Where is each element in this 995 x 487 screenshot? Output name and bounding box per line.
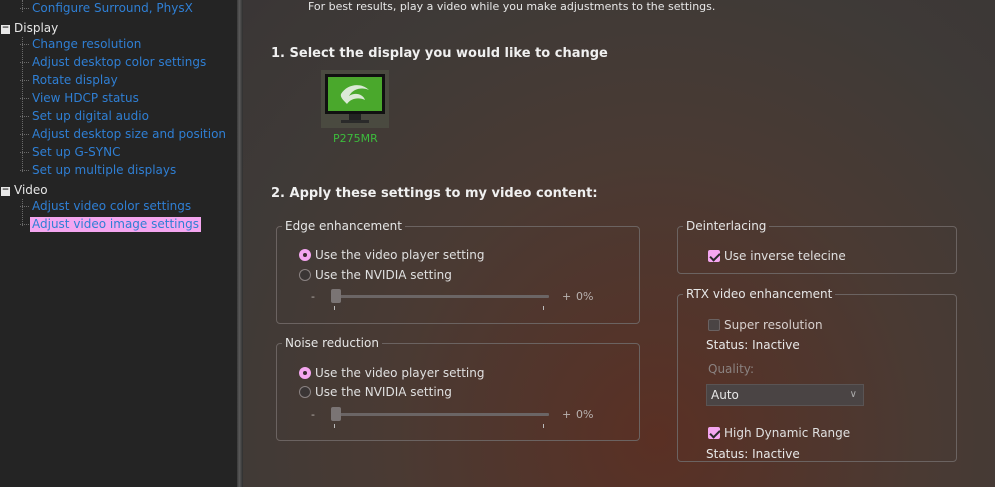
noise-reduction-group: Noise reduction Use the video player set… bbox=[276, 336, 640, 441]
rtx-legend: RTX video enhancement bbox=[686, 287, 833, 301]
hdr-label: High Dynamic Range bbox=[724, 426, 851, 440]
tree-item-video-image[interactable]: Adjust video image settings bbox=[20, 217, 201, 232]
tree-item-view-hdcp[interactable]: View HDCP status bbox=[20, 91, 141, 106]
checkbox-checked-icon[interactable] bbox=[708, 427, 720, 439]
radio-unselected-icon[interactable] bbox=[299, 386, 311, 398]
hdr-option[interactable]: High Dynamic Range bbox=[708, 425, 850, 441]
step1-title: 1. Select the display you would like to … bbox=[271, 46, 608, 61]
noise-reduction-legend: Noise reduction bbox=[285, 336, 379, 350]
tree-item-change-resolution[interactable]: Change resolution bbox=[19, 37, 143, 52]
edge-player-label: Use the video player setting bbox=[315, 248, 485, 262]
checkbox-checked-icon[interactable] bbox=[708, 250, 720, 262]
edge-slider-plus: + bbox=[562, 290, 572, 303]
step2-title: 2. Apply these settings to my video cont… bbox=[271, 186, 598, 201]
quality-dropdown[interactable]: Auto ∨ bbox=[706, 384, 864, 406]
collapse-video-toggle[interactable]: − bbox=[1, 186, 10, 196]
tree-item-multiple-displays[interactable]: Set up multiple displays bbox=[19, 163, 178, 178]
tree-item-video-color[interactable]: Adjust video color settings bbox=[19, 199, 193, 214]
deinterlacing-legend: Deinterlacing bbox=[686, 219, 767, 233]
navigation-tree: Configure Surround, PhysX − Display Chan… bbox=[0, 0, 237, 487]
noise-slider-thumb[interactable] bbox=[331, 407, 341, 421]
tree-category-display[interactable]: Display bbox=[14, 21, 58, 36]
inverse-telecine-option[interactable]: Use inverse telecine bbox=[708, 248, 846, 264]
radio-unselected-icon[interactable] bbox=[299, 269, 311, 281]
hdr-status: Status: Inactive bbox=[706, 447, 800, 461]
noise-player-option[interactable]: Use the video player setting bbox=[299, 365, 484, 381]
deinterlacing-group: Deinterlacing Use inverse telecine bbox=[677, 219, 957, 274]
noise-slider-plus: + bbox=[562, 408, 572, 421]
edge-nvidia-label: Use the NVIDIA setting bbox=[315, 268, 452, 282]
noise-nvidia-option[interactable]: Use the NVIDIA setting bbox=[299, 384, 452, 400]
display-label[interactable]: P275MR bbox=[333, 132, 378, 145]
slider-tick bbox=[543, 424, 544, 428]
tree-item-adjust-desktop-color[interactable]: Adjust desktop color settings bbox=[19, 55, 208, 70]
tree-item-digital-audio[interactable]: Set up digital audio bbox=[20, 109, 151, 124]
tree-item-gsync[interactable]: Set up G-SYNC bbox=[20, 145, 123, 160]
edge-nvidia-option[interactable]: Use the NVIDIA setting bbox=[299, 267, 452, 283]
super-resolution-status: Status: Inactive bbox=[706, 338, 800, 352]
quality-value: Auto bbox=[711, 388, 739, 402]
checkbox-unchecked-icon[interactable] bbox=[708, 319, 720, 331]
edge-enhancement-legend: Edge enhancement bbox=[285, 219, 402, 233]
edge-slider-track[interactable] bbox=[331, 295, 549, 298]
tree-category-video[interactable]: Video bbox=[14, 183, 48, 198]
tree-item-desktop-size[interactable]: Adjust desktop size and position bbox=[19, 127, 228, 142]
noise-slider-minus: - bbox=[311, 408, 315, 421]
tree-item-rotate-display[interactable]: Rotate display bbox=[20, 73, 120, 88]
noise-player-label: Use the video player setting bbox=[315, 366, 485, 380]
main-panel: For best results, play a video while you… bbox=[243, 0, 995, 487]
noise-slider-track[interactable] bbox=[331, 413, 549, 416]
tree-connector bbox=[22, 0, 23, 12]
noise-slider-value: 0% bbox=[576, 408, 594, 421]
noise-nvidia-label: Use the NVIDIA setting bbox=[315, 385, 452, 399]
tree-connector bbox=[22, 199, 23, 226]
super-resolution-option[interactable]: Super resolution bbox=[708, 317, 823, 333]
chevron-down-icon: ∨ bbox=[849, 389, 857, 400]
radio-selected-icon[interactable] bbox=[299, 367, 311, 379]
radio-selected-icon[interactable] bbox=[299, 249, 311, 261]
quality-label: Quality: bbox=[708, 362, 755, 376]
inverse-telecine-label: Use inverse telecine bbox=[724, 249, 846, 263]
edge-enhancement-group: Edge enhancement Use the video player se… bbox=[276, 219, 640, 324]
tree-item-configure-surround[interactable]: Configure Surround, PhysX bbox=[20, 1, 195, 16]
super-resolution-label: Super resolution bbox=[724, 318, 823, 332]
slider-tick bbox=[543, 306, 544, 310]
collapse-display-toggle[interactable]: − bbox=[1, 24, 10, 34]
edge-slider-thumb[interactable] bbox=[331, 289, 341, 303]
edge-slider-minus: - bbox=[311, 290, 315, 303]
hint-text: For best results, play a video while you… bbox=[308, 0, 716, 13]
edge-slider-value: 0% bbox=[576, 290, 594, 303]
edge-player-option[interactable]: Use the video player setting bbox=[299, 247, 484, 263]
rtx-video-enhancement-group: RTX video enhancement Super resolution S… bbox=[677, 287, 957, 462]
slider-tick bbox=[334, 306, 335, 310]
slider-tick bbox=[334, 424, 335, 428]
monitor-icon[interactable] bbox=[321, 70, 389, 128]
